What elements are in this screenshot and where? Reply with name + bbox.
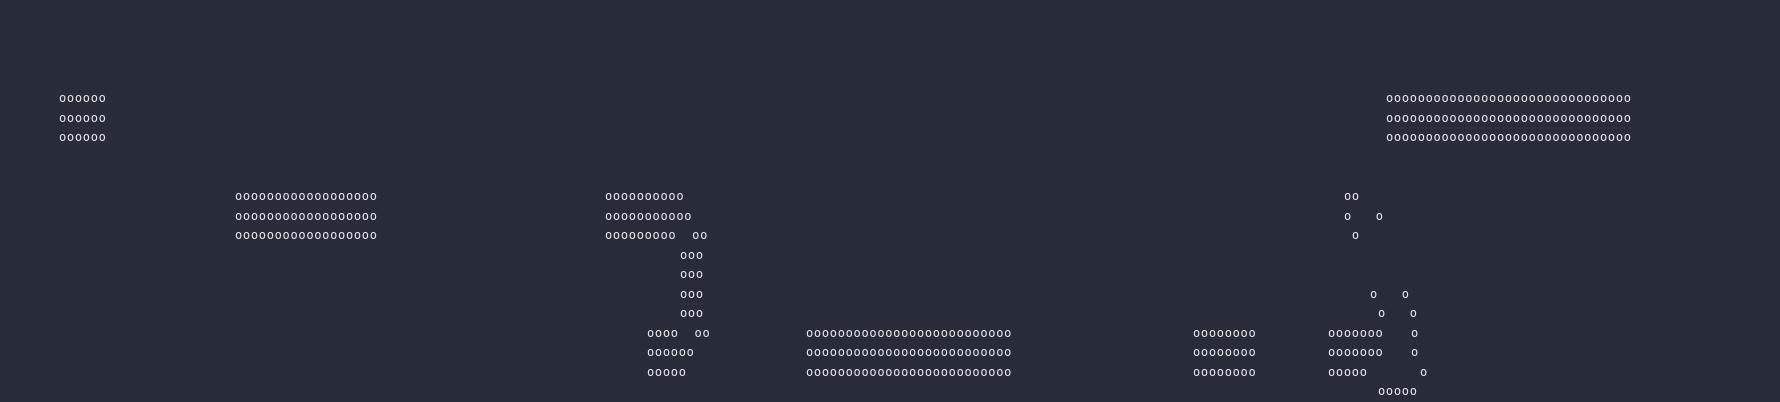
art-line: ooooooo [1328, 345, 1384, 359]
art-line: oooo oo [647, 326, 711, 340]
art-line: oooooooooooooooooooooooooo [806, 345, 1013, 359]
art-line: oo [1344, 189, 1360, 203]
art-line: oooooooooo [605, 189, 685, 203]
art-line: ooo [680, 248, 704, 262]
art-line: ooooo [1378, 384, 1418, 398]
art-line: oooooo [59, 130, 107, 144]
art-line: o [1344, 228, 1360, 242]
art-line: ooooooooooo [605, 209, 693, 223]
art-line: oooooooo [1193, 345, 1257, 359]
art-line: oooooooooooooooooo [235, 228, 378, 242]
art-line: oooooooooooooooooooooooooo [806, 326, 1013, 340]
art-line: oooooo [59, 111, 107, 125]
art-line: oooooooo [1193, 365, 1257, 379]
art-line: oooooooo [1193, 326, 1257, 340]
art-line: oooooooooooooooooooooooooo [806, 365, 1013, 379]
art-line: ooo [680, 287, 704, 301]
art-line: ooooooooooooooooooooooooooooooo [1386, 91, 1632, 105]
art-line: ooooo [1328, 365, 1368, 379]
art-line: oooooo [647, 345, 695, 359]
art-line: ooooooooooooooooooooooooooooooo [1386, 130, 1632, 144]
art-line: o o [1378, 306, 1418, 320]
art-line: o [1411, 326, 1419, 340]
art-line: oooooo [59, 91, 107, 105]
art-line: ooo [680, 267, 704, 281]
ascii-art-canvas: oooooo oooooo oooooo ooooooooooooooooooo… [0, 0, 1780, 402]
art-line: oooooooooooooooooo [235, 189, 378, 203]
art-line: ooooo [647, 365, 687, 379]
art-line: o [1420, 365, 1428, 379]
art-line: ooo [680, 306, 704, 320]
art-line: o [1411, 345, 1419, 359]
art-line: ooooooooooooooooooooooooooooooo [1386, 111, 1632, 125]
art-line: o o [1370, 287, 1410, 301]
art-line: oooooooooooooooooo [235, 209, 378, 223]
art-line: o o [1344, 209, 1384, 223]
art-line: ooooooo [1328, 326, 1384, 340]
art-line: ooooooooo oo [605, 228, 709, 242]
